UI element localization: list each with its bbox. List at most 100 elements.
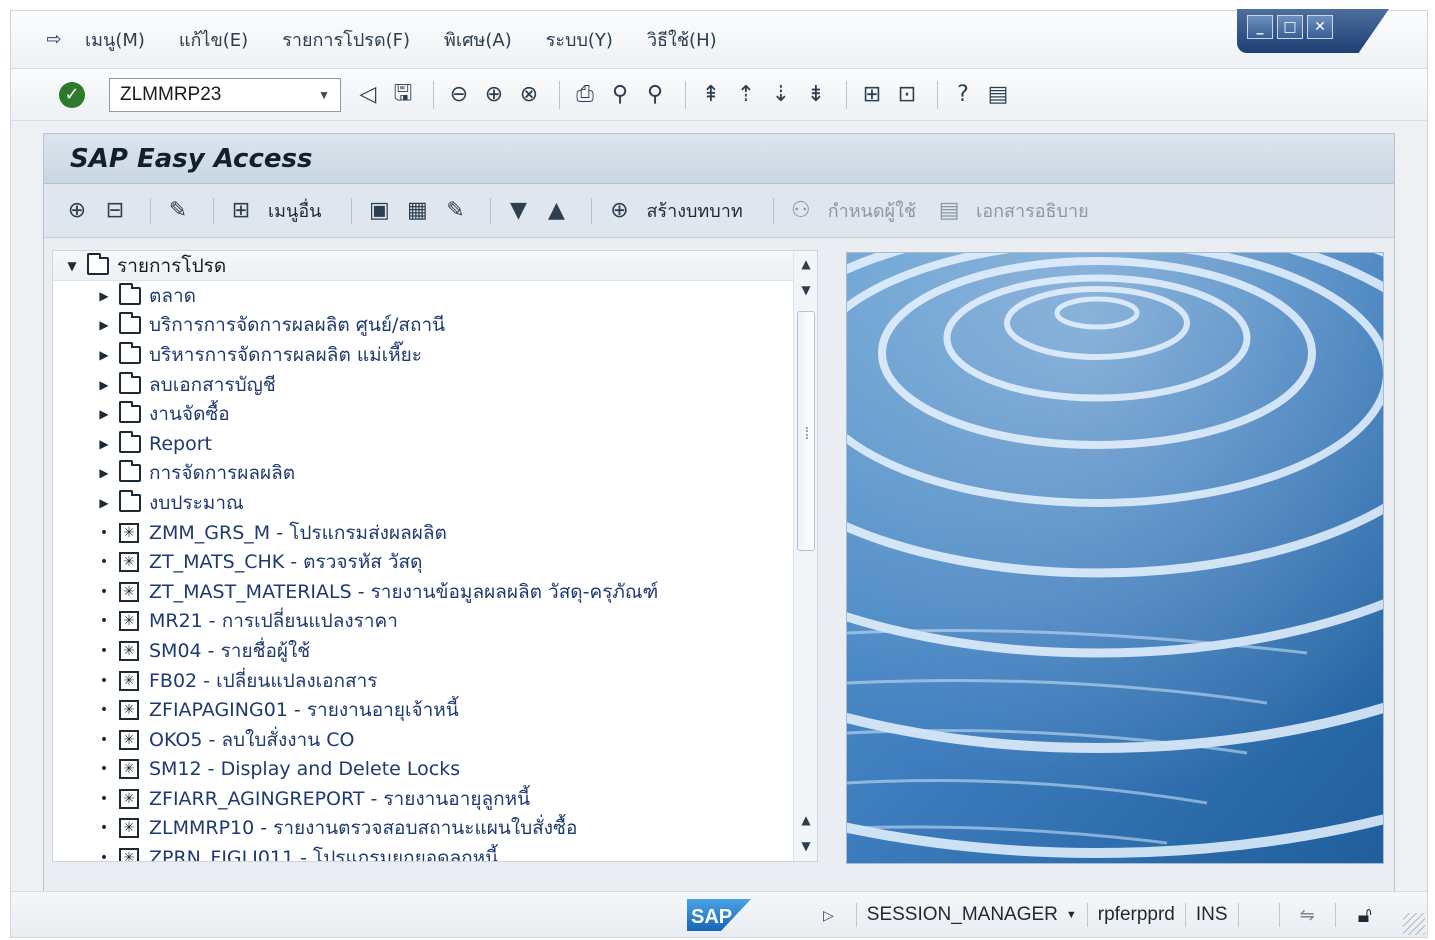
page-down-icon[interactable]: ▼: [794, 833, 817, 859]
minimize-icon[interactable]: _: [1247, 15, 1273, 39]
folder-label: บริการการจัดการผลผลิต ศูนย์/สถานี: [149, 314, 446, 337]
find-icon[interactable]: ⚲: [605, 80, 635, 110]
hierarchy-icon: ⊞: [231, 198, 251, 223]
tree-transaction-row[interactable]: • ✳ FB02 - เปลี่ยนแปลงเอกสาร: [53, 666, 817, 696]
assign-users-button[interactable]: ⚇ กำหนดผู้ใช้: [786, 196, 916, 226]
toolbar-divider: [150, 197, 151, 224]
first-page-icon[interactable]: ⇞: [696, 80, 726, 110]
bullet-icon: •: [99, 554, 109, 571]
collapsed-arrow-icon[interactable]: ▶: [97, 378, 111, 392]
bullet-icon: •: [99, 702, 109, 719]
scroll-down-icon[interactable]: ▼: [794, 277, 817, 303]
transaction-label: FB02 - เปลี่ยนแปลงเอกสาร: [149, 669, 378, 692]
session-dropdown-icon[interactable]: ▼: [1066, 909, 1077, 921]
print-icon[interactable]: ⎙: [570, 80, 600, 110]
transaction-label: MR21 - การเปลี่ยนแปลงราคา: [149, 610, 398, 633]
transaction-icon: ✳: [119, 848, 139, 861]
tree-folder-row[interactable]: ▶ ตลาด: [53, 281, 817, 311]
move-up-icon[interactable]: ▲: [541, 196, 571, 226]
expand-status-icon[interactable]: ▷: [823, 907, 834, 924]
new-session-icon[interactable]: ⊞: [857, 80, 887, 110]
menu-item-menu[interactable]: เมนู(M): [85, 25, 145, 54]
standard-toolbar: ✓ ZLMMRP23 ▼ ◁ 🖫 ⊖ ⊕ ⊗ ⎙ ⚲ ⚲ ⇞ ⇡ ⇣ ⇟ ⊞ ⊡…: [11, 69, 1427, 121]
customize-layout-icon[interactable]: ▤: [983, 80, 1013, 110]
menu-item-help[interactable]: วิธีใช้(H): [647, 25, 717, 54]
tree-folder-row[interactable]: ▶ งานจัดซื้อ: [53, 399, 817, 429]
find-next-icon[interactable]: ⚲: [640, 80, 670, 110]
next-page-icon[interactable]: ⇣: [766, 80, 796, 110]
previous-page-icon[interactable]: ⇡: [731, 80, 761, 110]
tree-transaction-row[interactable]: • ✳ SM04 - รายชื่อผู้ใช้: [53, 636, 817, 666]
collapsed-arrow-icon[interactable]: ▶: [97, 466, 111, 480]
tree-transaction-row[interactable]: • ✳ ZT_MATS_CHK - ตรวจรหัส วัสดุ: [53, 547, 817, 577]
back-icon[interactable]: ⊖: [444, 80, 474, 110]
tree-scrollbar[interactable]: ▲ ▼ ▲ ▼: [793, 251, 817, 861]
splash-image: [846, 252, 1384, 864]
documentation-button[interactable]: ▤ เอกสารอธิบาย: [934, 196, 1089, 226]
help-icon[interactable]: ?: [948, 80, 978, 110]
tree-transaction-row[interactable]: • ✳ ZPRN_FIGLI011 - โปรแกรมยกยอดลูกหนี้: [53, 843, 817, 861]
lock-icon[interactable]: 🔓︎: [1358, 902, 1372, 928]
chevron-down-icon[interactable]: ▼: [318, 88, 330, 102]
tree-folder-row[interactable]: ▶ ลบเอกสารบัญชี: [53, 370, 817, 400]
input-mode-label[interactable]: INS: [1196, 904, 1228, 926]
transaction-icon: ✳: [119, 788, 139, 809]
edit-favorite-icon[interactable]: ✎: [163, 196, 193, 226]
transaction-icon: ✳: [119, 611, 139, 632]
tree-transaction-row[interactable]: • ✳ SM12 - Display and Delete Locks: [53, 755, 817, 785]
water-ripple-image: [847, 253, 1383, 863]
enter-check-icon[interactable]: ✓: [59, 81, 85, 108]
collapsed-arrow-icon[interactable]: ▶: [97, 407, 111, 421]
tree-transaction-row[interactable]: • ✳ ZFIAPAGING01 - รายงานอายุเจ้าหนี้: [53, 695, 817, 725]
page-up-icon[interactable]: ▲: [794, 807, 817, 833]
create-menu-icon[interactable]: ▣: [364, 196, 394, 226]
command-field[interactable]: ZLMMRP23 ▼: [109, 77, 341, 112]
change-menu-icon[interactable]: ▦: [402, 196, 432, 226]
collapsed-arrow-icon[interactable]: ▶: [97, 496, 111, 510]
collapsed-arrow-icon[interactable]: ▶: [97, 437, 111, 451]
transaction-icon: ✳: [119, 522, 139, 543]
pencil-icon[interactable]: ✎: [440, 196, 470, 226]
menu-item-extras[interactable]: พิเศษ(A): [444, 25, 512, 54]
tree-folder-row[interactable]: ▶ การจัดการผลผลิต: [53, 459, 817, 489]
sap-window: ⇨ เมนู(M) แก้ไข(E) รายการโปรด(F) พิเศษ(A…: [10, 9, 1428, 938]
session-label[interactable]: SESSION_MANAGER: [867, 904, 1058, 926]
tree-transaction-row[interactable]: • ✳ OKO5 - ลบใบสั่งงาน CO: [53, 725, 817, 755]
bullet-icon: •: [99, 672, 109, 689]
tree-transaction-row[interactable]: • ✳ ZFIARR_AGINGREPORT - รายงานอายุลูกหนี้: [53, 784, 817, 814]
toolbar-divider: [591, 197, 593, 224]
scroll-up-icon[interactable]: ▲: [794, 251, 817, 277]
tree-root-favorites[interactable]: ▼ รายการโปรด: [53, 251, 817, 281]
save-icon[interactable]: 🖫: [388, 80, 418, 110]
menu-toggle-icon[interactable]: ⇨: [41, 29, 67, 51]
collapsed-arrow-icon[interactable]: ▶: [97, 289, 111, 303]
tree-transaction-row[interactable]: • ✳ ZLMMRP10 - รายงานตรวจสอบสถานะแผนใบสั่ง…: [53, 814, 817, 844]
other-menu-button[interactable]: ⊞ เมนูอื่น: [226, 196, 322, 226]
tree-transaction-row[interactable]: • ✳ ZT_MAST_MATERIALS - รายงานข้อมูลผลผลิต…: [53, 577, 817, 607]
tree-folder-row[interactable]: ▶ Report: [53, 429, 817, 459]
shortcut-icon[interactable]: ⊡: [892, 80, 922, 110]
maximize-icon[interactable]: □: [1277, 15, 1303, 39]
menu-item-edit[interactable]: แก้ไข(E): [179, 25, 248, 54]
expanded-arrow-icon[interactable]: ▼: [65, 259, 79, 273]
collapse-left-icon[interactable]: ◁: [353, 80, 383, 110]
scrollbar-thumb[interactable]: [797, 311, 815, 551]
last-page-icon[interactable]: ⇟: [801, 80, 831, 110]
menu-item-system[interactable]: ระบบ(Y): [546, 25, 613, 54]
tree-folder-row[interactable]: ▶ บริหารการจัดการผลผลิต แม่เหี๊ยะ: [53, 340, 817, 370]
move-down-icon[interactable]: ▼: [503, 196, 533, 226]
collapsed-arrow-icon[interactable]: ▶: [97, 318, 111, 332]
close-icon[interactable]: ✕: [1307, 15, 1333, 39]
remove-favorite-icon[interactable]: ⊟: [100, 196, 130, 226]
cancel-icon[interactable]: ⊗: [514, 80, 544, 110]
collapsed-arrow-icon[interactable]: ▶: [97, 348, 111, 362]
create-role-button[interactable]: ⊕ สร้างบทบาท: [604, 196, 742, 226]
tree-folder-row[interactable]: ▶ งบประมาณ: [53, 488, 817, 518]
tree-transaction-row[interactable]: • ✳ MR21 - การเปลี่ยนแปลงราคา: [53, 607, 817, 637]
tree-transaction-row[interactable]: • ✳ ZMM_GRS_M - โปรแกรมส่งผลผลิต: [53, 518, 817, 548]
exit-icon[interactable]: ⊕: [479, 80, 509, 110]
tree-folder-row[interactable]: ▶ บริการการจัดการผลผลิต ศูนย์/สถานี: [53, 311, 817, 341]
add-favorite-icon[interactable]: ⊕: [62, 196, 92, 226]
resize-grip[interactable]: [1403, 913, 1425, 935]
menu-item-favorites[interactable]: รายการโปรด(F): [282, 25, 410, 54]
